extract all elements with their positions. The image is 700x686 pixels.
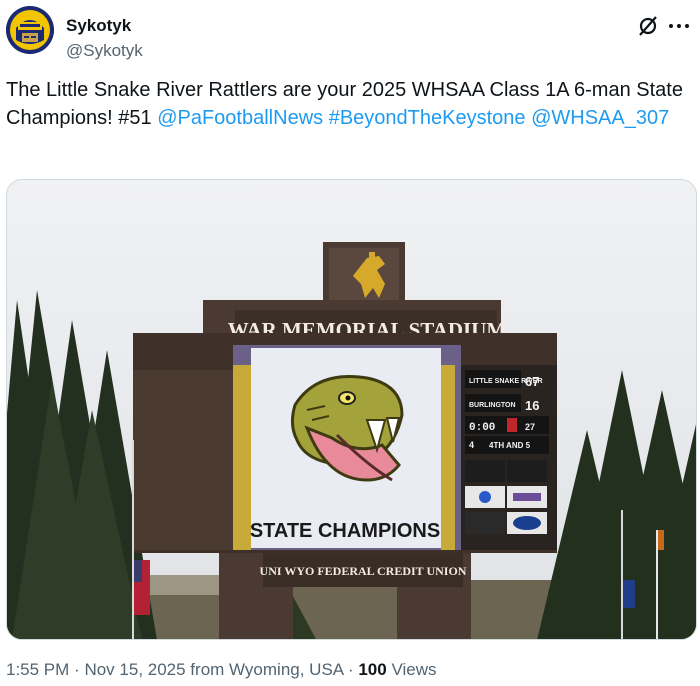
author-handle[interactable]: @Sykotyk (66, 41, 143, 61)
more-dots-icon[interactable] (666, 14, 692, 38)
tweet-date-location[interactable]: Nov 15, 2025 from Wyoming, USA (84, 660, 343, 679)
away-team-score: 16 (525, 398, 539, 413)
home-team-score: 67 (525, 374, 539, 389)
down-and-distance: 4TH AND 5 (489, 441, 531, 450)
meta-separator: · (347, 660, 354, 679)
views-count: 100 (358, 660, 387, 679)
tweet-meta: 1:55 PM · Nov 15, 2025 from Wyoming, USA… (6, 660, 437, 680)
helmet-avatar-icon[interactable] (6, 6, 54, 54)
tweet-photo[interactable]: WAR MEMORIAL STADIUM STATE CHAMPIONS LIT… (6, 179, 697, 640)
mention-pafootballnews[interactable]: @PaFootballNews (157, 107, 323, 129)
mention-whsaa[interactable]: @WHSAA_307 (531, 107, 669, 129)
away-team-name: BURLINGTON (469, 402, 516, 409)
author-display-name[interactable]: Sykotyk (66, 16, 131, 36)
sponsor-sign-text: UNI WYO FEDERAL CREDIT UNION (260, 564, 467, 578)
tweet-time[interactable]: 1:55 PM (6, 660, 69, 679)
hashtag-beyondthekeystone[interactable]: #BeyondTheKeystone (329, 107, 526, 129)
yard-line: 27 (525, 422, 535, 432)
game-clock: 0:00 (469, 422, 495, 434)
grok-slash-icon[interactable] (636, 14, 660, 38)
state-champions-text: STATE CHAMPIONS (250, 520, 440, 542)
quarter-number: 4 (469, 440, 474, 450)
meta-separator: · (74, 660, 80, 679)
views-label: Views (391, 660, 437, 679)
tweet-text: The Little Snake River Rattlers are your… (6, 76, 686, 132)
tweet-header: Sykotyk @Sykotyk (6, 6, 694, 66)
